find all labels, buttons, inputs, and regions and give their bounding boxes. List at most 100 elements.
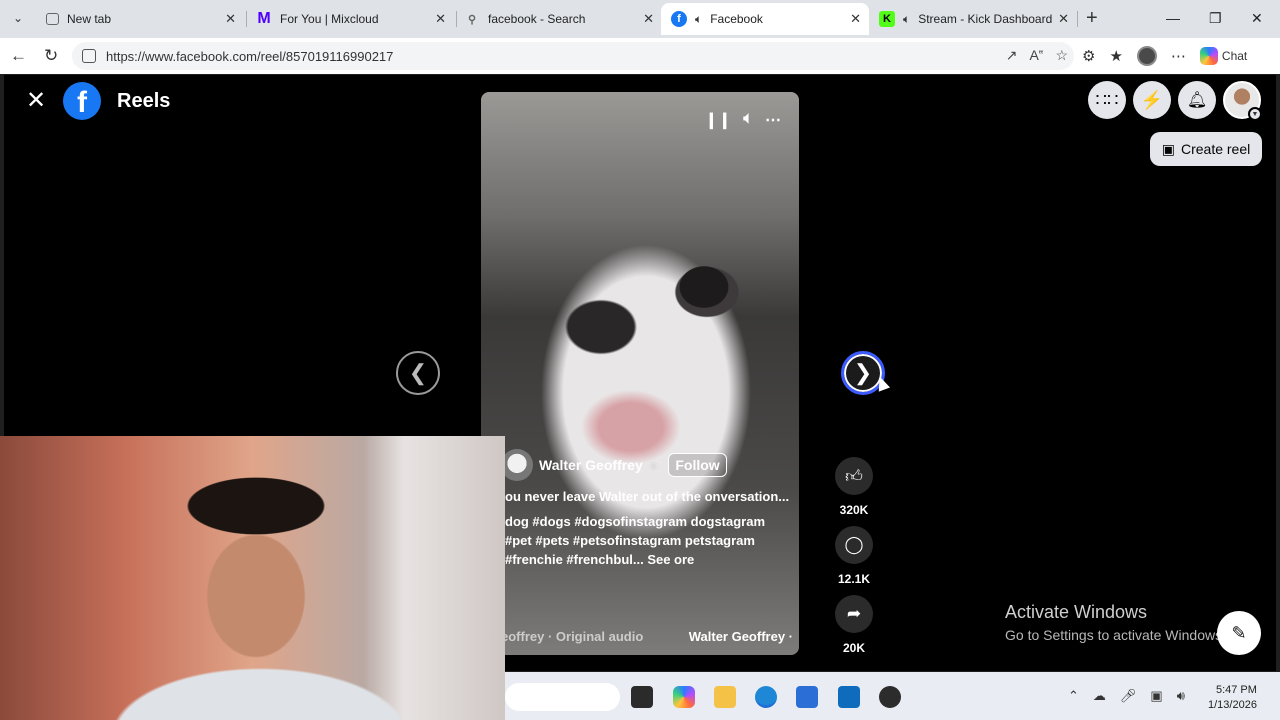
share-count: 20K (842, 641, 865, 655)
chevron-left-icon: ❮ (408, 360, 428, 385)
author-row: Walter Geoffrey ◉ Follow (501, 449, 791, 481)
address-bar[interactable]: https://www.facebook.com/reel/8570191169… (72, 42, 1074, 70)
address-bar-actions: ↗ A‟ ☆ (1006, 47, 1068, 64)
edge-icon[interactable] (755, 686, 777, 708)
thumbs-up-icon[interactable]: 👍︎ (835, 457, 873, 495)
pause-icon[interactable]: ❙❙ (705, 110, 732, 130)
more-menu-icon[interactable]: ⋯ (1171, 47, 1186, 65)
reel-video[interactable]: ❙❙ 🔈︎ ⋯ Walter Geoffrey ◉ Follow ou neve… (481, 92, 799, 655)
site-info-icon[interactable] (82, 49, 96, 63)
chevron-up-icon[interactable]: ⌃ (1068, 688, 1079, 704)
read-aloud-icon[interactable]: A‟ (1029, 47, 1043, 64)
tab-mixcloud[interactable]: M For You | Mixcloud ✕ (246, 3, 454, 35)
audio-author-label: Walter Geoffrey · (688, 629, 793, 644)
close-icon[interactable]: ✕ (643, 11, 654, 27)
video-controls: ❙❙ 🔈︎ ⋯ (705, 110, 781, 130)
close-icon[interactable]: ✕ (435, 11, 446, 27)
refresh-button[interactable]: ↻ (44, 46, 58, 66)
open-in-app-icon[interactable]: ↗ (1006, 47, 1018, 64)
back-button[interactable]: ← (10, 46, 27, 66)
clock[interactable]: 5:47 PM 1/13/2026 (1208, 683, 1257, 713)
close-reels-button[interactable]: ✕ (26, 89, 46, 113)
messenger-icon: ⚡ (1140, 89, 1164, 110)
share-action[interactable]: ➦ 20K (834, 595, 874, 655)
network-icon[interactable]: ▣ (1150, 688, 1162, 704)
microphone-icon[interactable]: 🎤︎ (1120, 688, 1137, 704)
chat-label: Chat (1221, 49, 1248, 63)
tab-divider (1077, 11, 1078, 27)
audio-source-label: eoffrey · Original audio (501, 629, 644, 644)
page-title: Reels (117, 90, 171, 112)
comment-icon[interactable]: ◯ (835, 526, 873, 564)
chevron-down-icon: ⌄ (12, 11, 24, 25)
minimize-button[interactable]: — (1166, 10, 1180, 26)
audio-ticker[interactable]: eoffrey · Original audio Walter Geoffrey… (501, 629, 793, 644)
menu-grid-button[interactable]: ∷∷ (1088, 81, 1126, 119)
window-close-button[interactable]: ✕ (1251, 10, 1263, 27)
tab-title: Stream - Kick Dashboard (918, 12, 1053, 26)
close-icon[interactable]: ✕ (850, 11, 861, 27)
facebook-logo[interactable]: f (63, 82, 101, 120)
speaker-icon[interactable]: 🔈︎ (695, 12, 702, 27)
grid-icon: ∷∷ (1095, 89, 1119, 110)
tab-title: New tab (67, 12, 112, 26)
store-icon[interactable] (796, 686, 818, 708)
close-icon[interactable]: ✕ (225, 11, 236, 27)
activate-windows-title: Activate Windows (1005, 602, 1148, 622)
globe-icon: ◉ (648, 459, 659, 472)
taskbar-search[interactable] (505, 683, 620, 711)
author-name[interactable]: Walter Geoffrey (539, 457, 643, 473)
edit-icon: ✎ (1231, 622, 1247, 643)
copilot-chat-button[interactable]: Chat (1199, 47, 1248, 65)
reel-info: Walter Geoffrey ◉ Follow ou never leave … (501, 449, 791, 569)
favorites-icon[interactable]: ★ (1109, 47, 1122, 65)
reel-hashtags[interactable]: dog #dogs #dogsofinstagram dogstagram #p… (505, 512, 791, 569)
search-icon: ⚲ (467, 13, 477, 26)
author-avatar[interactable] (501, 449, 533, 481)
clock-date: 1/13/2026 (1208, 699, 1257, 711)
create-reel-label: Create reel (1180, 141, 1251, 157)
tab-actions-menu[interactable]: ⌄ (5, 5, 31, 31)
new-tab-button[interactable]: + (1086, 8, 1098, 28)
chevron-down-icon[interactable]: ▼ (1248, 107, 1262, 121)
copilot-app-icon[interactable] (673, 686, 695, 708)
tab-title: For You | Mixcloud (280, 12, 379, 26)
like-action[interactable]: 👍︎ 320K (834, 457, 874, 517)
onedrive-icon[interactable]: ☁ (1093, 688, 1106, 704)
camera-icon: ▣ (1161, 140, 1175, 157)
comment-action[interactable]: ◯ 12.1K (834, 526, 874, 586)
follow-button[interactable]: Follow (668, 453, 727, 477)
comment-count: 12.1K (837, 572, 871, 586)
mixcloud-icon: M (257, 10, 271, 27)
profile-avatar[interactable] (1136, 46, 1157, 66)
share-icon[interactable]: ➦ (835, 595, 873, 633)
create-reel-button[interactable]: ▣ Create reel (1150, 132, 1262, 166)
new-tab-page-icon (46, 13, 59, 25)
compose-button[interactable]: ✎ (1217, 611, 1261, 655)
file-explorer-icon[interactable] (714, 686, 736, 708)
webcam-overlay (0, 436, 505, 720)
messenger-button[interactable]: ⚡ (1133, 81, 1171, 119)
task-view-icon[interactable] (631, 686, 653, 708)
tab-kick-dashboard[interactable]: K 🔈︎ Stream - Kick Dashboard ✕ (869, 3, 1077, 35)
tab-facebook[interactable]: f 🔈︎ Facebook ✕ (661, 3, 869, 35)
restore-button[interactable]: ❐ (1209, 10, 1222, 27)
previous-reel-button[interactable]: ❮ (396, 351, 440, 395)
more-options-icon[interactable]: ⋯ (765, 110, 781, 130)
obs-icon[interactable] (879, 686, 901, 708)
volume-icon[interactable]: 🔈︎ (743, 110, 753, 130)
tab-facebook-search[interactable]: ⚲ facebook - Search ✕ (454, 3, 662, 35)
outlook-icon[interactable] (838, 686, 860, 708)
notifications-button[interactable]: 🔔︎ (1178, 81, 1216, 119)
browser-tab-strip: ⌄ New tab ✕ M For You | Mixcloud ✕ ⚲ fac… (0, 0, 1280, 38)
activate-windows-watermark: Activate Windows Go to Settings to activ… (1005, 602, 1226, 643)
speaker-icon[interactable]: 🔈︎ (903, 12, 910, 27)
favorite-star-icon[interactable]: ☆ (1055, 47, 1068, 64)
url-text[interactable]: https://www.facebook.com/reel/8570191169… (106, 49, 393, 64)
tab-title: Facebook (710, 12, 763, 26)
close-icon[interactable]: ✕ (1058, 11, 1069, 27)
volume-icon[interactable]: 🔊︎ (1177, 688, 1185, 704)
system-tray: ⌃ ☁ 🎤︎ ▣ 🔊︎ (1068, 688, 1185, 704)
tab-new-tab[interactable]: New tab ✕ (36, 3, 244, 35)
extensions-icon[interactable]: ⚙ (1082, 47, 1095, 65)
